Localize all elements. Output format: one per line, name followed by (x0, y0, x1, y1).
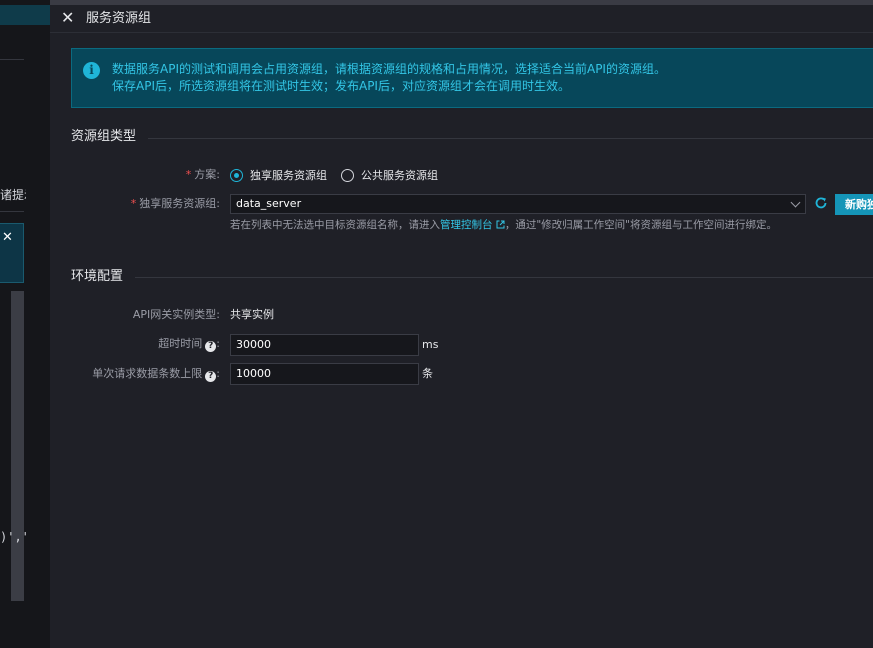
timeout-label: 超时时间?: (158, 337, 220, 352)
resource-group-drawer: ✕ 服务资源组 i 数据服务API的测试和调用会占用资源组，请根据资源组的规格和… (50, 5, 873, 648)
radio-public-label: 公共服务资源组 (361, 169, 438, 182)
max-rows-unit: 条 (422, 367, 433, 380)
gateway-type-value: 共享实例 (230, 308, 274, 321)
max-rows-label: 单次请求数据条数上限?: (92, 367, 220, 382)
chevron-down-icon (790, 197, 801, 208)
drawer-title: 服务资源组 (86, 11, 152, 26)
drawer-header: ✕ 服务资源组 (50, 5, 873, 33)
section-divider (148, 138, 873, 139)
max-rows-input[interactable]: 10000 (230, 363, 419, 385)
help-icon[interactable]: ? (205, 371, 217, 382)
radio-checked-icon[interactable] (230, 168, 243, 182)
new-purchase-button[interactable]: 新购独享 (835, 194, 873, 215)
timeout-unit: ms (422, 338, 439, 351)
section-divider (135, 277, 873, 278)
notice-line-1: 数据服务API的测试和调用会占用资源组，请根据资源组的规格和占用情况，选择适合当… (112, 62, 666, 76)
background-page (0, 0, 50, 648)
radio-unchecked-icon[interactable] (341, 168, 354, 182)
info-icon: i (83, 62, 100, 79)
info-notice: i 数据服务API的测试和调用会占用资源组，请根据资源组的规格和占用情况，选择适… (71, 48, 873, 108)
background-active-tab (0, 5, 52, 25)
resource-group-select[interactable]: data_server (230, 194, 806, 214)
section-title-resource-group: 资源组类型 (71, 129, 137, 144)
external-link-icon (496, 220, 505, 229)
background-code-text: )',' (0, 530, 29, 544)
resource-group-select-value: data_server (236, 197, 302, 210)
exclusive-group-label: * 独享服务资源组: (130, 197, 220, 210)
gateway-type-label: API网关实例类型: (132, 308, 220, 321)
timeout-input[interactable]: 30000 (230, 334, 419, 356)
radio-public[interactable]: 公共服务资源组 (341, 167, 438, 183)
background-divider (0, 59, 24, 60)
refresh-icon[interactable] (814, 196, 828, 210)
section-title-environment: 环境配置 (71, 269, 124, 284)
console-link[interactable]: 管理控制台 (440, 219, 505, 231)
background-popup: ✕ (0, 223, 24, 283)
required-mark: * (185, 168, 192, 181)
notice-line-2: 保存API后，所选资源组将在测试时生效；发布API后，对应资源组才会在调用时生效… (112, 79, 570, 93)
scheme-label: * 方案: (185, 168, 220, 181)
required-mark: * (130, 197, 137, 210)
background-scrollbar[interactable] (11, 291, 24, 601)
background-hint-text: 诸提示 (0, 188, 26, 202)
close-icon[interactable]: ✕ (61, 10, 75, 26)
radio-exclusive[interactable]: 独享服务资源组 (230, 167, 327, 183)
help-icon[interactable]: ? (205, 341, 217, 352)
close-icon[interactable]: ✕ (2, 230, 13, 245)
background-divider (0, 211, 24, 212)
helper-text: 若在列表中无法选中目标资源组名称，请进入管理控制台 ，通过"修改归属工作空间"将… (230, 219, 778, 231)
radio-exclusive-label: 独享服务资源组 (250, 169, 327, 182)
